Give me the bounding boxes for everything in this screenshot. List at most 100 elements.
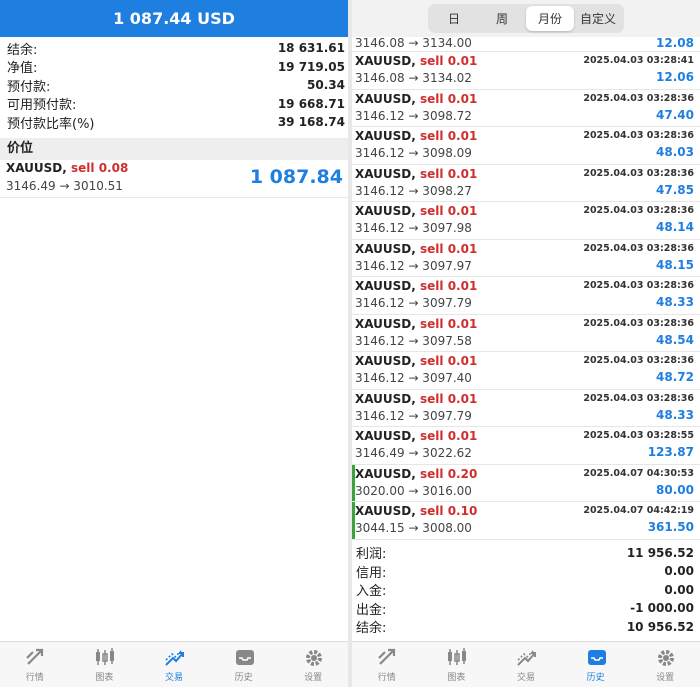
deal-symbol: XAUUSD, sell 0.01 [355,317,477,331]
deal-row[interactable]: XAUUSD, sell 0.01 2025.04.03 03:28:36 3146… [352,315,700,352]
nav-item-settings[interactable]: 设置 [278,642,348,687]
position-row[interactable]: XAUUSD, sell 0.08 3146.49 → 3010.51 1 08… [0,160,348,198]
trade-icon [517,650,536,666]
deal-row[interactable]: XAUUSD, sell 0.10 2025.04.07 04:42:19 3044… [352,502,700,540]
summary-value: 10 956.52 [626,619,694,634]
deal-row[interactable]: XAUUSD, sell 0.01 2025.04.03 03:28:36 3146… [352,165,700,202]
deal-symbol: XAUUSD, sell 0.01 [355,204,477,218]
deal-row[interactable]: XAUUSD, sell 0.01 2025.04.03 03:28:55 3146… [352,427,700,465]
deal-prices: 3146.12 → 3098.09 [355,146,472,160]
deal-row[interactable]: 3146.08 → 3134.00 12.08 [352,36,700,52]
deal-time: 2025.04.03 03:28:36 [583,317,694,329]
nav-item-chart[interactable]: 图表 [422,642,492,687]
position-profit: 1 087.84 [249,165,343,188]
deal-prices: 3044.15 → 3008.00 [355,521,472,535]
deal-prices: 3146.08 → 3134.02 [355,71,472,85]
deal-profit: 12.08 [656,36,694,50]
summary-row: 入金: 0.00 [356,581,694,600]
deal-row[interactable]: XAUUSD, sell 0.01 2025.04.03 03:28:36 3146… [352,390,700,427]
deal-prices: 3146.12 → 3097.40 [355,371,472,385]
summary-row: 信用: 0.00 [356,562,694,581]
period-tab[interactable]: 周 [478,6,526,31]
deal-symbol: XAUUSD, sell 0.01 [355,92,477,106]
account-value: 18 631.61 [277,41,345,56]
period-tab[interactable]: 日 [430,6,478,31]
deal-side: sell 0.20 [420,466,478,481]
deal-prices: 3146.12 → 3098.27 [355,183,472,198]
deal-row[interactable]: XAUUSD, sell 0.01 2025.04.03 03:28:36 3146… [352,277,700,315]
deal-time: 2025.04.03 03:28:41 [583,55,694,66]
deal-profit: 48.33 [656,295,694,309]
deal-prices: 3146.49 → 3022.62 [355,446,472,460]
nav-item-label: 图表 [447,673,466,683]
deal-symbol-name: XAUUSD, [355,241,416,256]
summary-label: 入金: [356,584,387,600]
account-label: 结余: [7,42,38,58]
summary-value: 11 956.52 [626,545,694,560]
deal-row[interactable]: XAUUSD, sell 0.01 2025.04.03 03:28:36 3146… [352,202,700,240]
deal-side: sell 0.01 [420,279,478,293]
deal-profit: 12.06 [656,70,694,84]
deal-symbol: XAUUSD, sell 0.01 [355,54,477,68]
period-selector-bar: 日周月份 自定义 [352,0,700,37]
bottom-nav: 行情 图表 交易 历史 设置 [352,641,700,687]
deal-symbol-name: XAUUSD, [355,166,416,181]
deal-time: 2025.04.03 03:28:36 [583,242,694,254]
period-tab[interactable]: 自定义 [574,6,622,31]
nav-item-label: 设置 [656,673,675,683]
nav-item-quotes[interactable]: 行情 [352,642,422,687]
deal-row[interactable]: XAUUSD, sell 0.01 2025.04.03 03:28:36 3146… [352,352,700,390]
deal-side: sell 0.01 [420,354,478,368]
deal-profit: 80.00 [656,482,694,497]
deal-symbol: XAUUSD, sell 0.01 [355,429,477,443]
trade-screen: 1 087.44 USD 结余: 18 631.61 净值: 19 719.05 预付款… [0,0,348,687]
account-row: 结余: 18 631.61 [7,39,345,58]
deal-profit: 48.54 [656,332,694,347]
deal-side: sell 0.01 [420,166,478,181]
summary-label: 结余: [356,621,387,637]
deal-side: sell 0.01 [420,316,478,331]
deal-symbol: XAUUSD, sell 0.01 [355,242,477,256]
deal-time: 2025.04.03 03:28:36 [583,392,694,404]
nav-item-trade[interactable]: 交易 [491,642,561,687]
deal-side: sell 0.01 [420,129,478,143]
deal-profit: 47.85 [656,182,694,197]
deal-row[interactable]: XAUUSD, sell 0.01 2025.04.03 03:28:41 3146… [352,52,700,90]
deal-symbol: XAUUSD, sell 0.10 [355,504,477,518]
nav-item-label: 历史 [234,673,253,683]
deal-symbol: XAUUSD, sell 0.01 [355,392,477,406]
period-tab[interactable]: 月份 [526,6,574,31]
deal-profit: 48.15 [656,257,694,272]
account-label: 净值: [7,61,38,77]
deal-profit: 48.33 [656,407,694,422]
deal-prices: 3146.12 → 3097.79 [355,296,472,310]
deal-time: 2025.04.07 04:30:53 [583,467,694,479]
nav-item-label: 行情 [377,673,396,683]
deal-row[interactable]: XAUUSD, sell 0.01 2025.04.03 03:28:36 3146… [352,90,700,127]
deal-symbol-name: XAUUSD, [355,279,416,293]
nav-item-settings[interactable]: 设置 [630,642,700,687]
deal-time: 2025.04.03 03:28:36 [583,130,694,141]
nav-item-history[interactable]: 历史 [209,642,279,687]
nav-item-trade[interactable]: 交易 [139,642,209,687]
positions-section-header: 价位 [0,137,348,160]
deal-time: 2025.04.03 03:28:36 [583,280,694,291]
history-inbox-icon [235,650,254,665]
deal-profit: 48.14 [656,220,694,234]
deal-row[interactable]: XAUUSD, sell 0.20 2025.04.07 04:30:53 3020… [352,464,700,502]
deal-symbol-name: XAUUSD, [355,316,416,331]
trade-icon [165,650,184,666]
account-row: 预付款比率(%) 39 168.74 [7,113,345,132]
candlestick-chart-icon [96,648,115,665]
gear-icon [306,650,323,666]
nav-item-chart[interactable]: 图表 [70,642,140,687]
nav-item-history[interactable]: 历史 [561,642,631,687]
deal-side: sell 0.01 [420,241,478,256]
deal-row[interactable]: XAUUSD, sell 0.01 2025.04.03 03:28:36 3146… [352,127,700,165]
deal-symbol: XAUUSD, sell 0.01 [355,279,477,293]
account-row: 可用预付款: 19 668.71 [7,95,345,114]
deal-row[interactable]: XAUUSD, sell 0.01 2025.04.03 03:28:36 3146… [352,240,700,277]
deal-symbol-name: XAUUSD, [355,466,416,481]
nav-item-quotes[interactable]: 行情 [0,642,70,687]
deal-symbol-name: XAUUSD, [355,204,416,218]
